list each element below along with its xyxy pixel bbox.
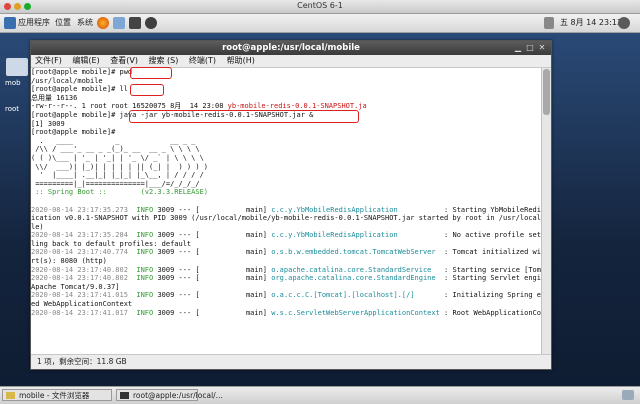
highlight-pwd [130,67,172,79]
terminal-line: /usr/local/mobile [31,76,103,85]
terminal-line: 2020-08-14 23:17:41.015 INFO 3009 --- [ … [31,291,541,300]
workspace-switcher-icon[interactable] [622,390,634,400]
folder-icon [6,392,15,399]
terminal-line: [root@apple mobile]# ll [31,85,128,94]
menu-edit[interactable]: 编辑(E) [68,56,103,65]
terminal-line: . ____ _ __ _ _ [31,136,196,145]
terminal-line: :: Spring Boot :: (v2.3.3.RELEASE) [31,188,209,197]
terminal-line: ication v0.0.1-SNAPSHOT with PID 3009 (/… [31,214,541,223]
terminal-line: le) [31,222,44,231]
mail-icon[interactable] [113,17,125,29]
terminal-line: ling back to default profiles: default [31,239,192,248]
terminal-line: =========|_|==============|___/=/_/_/_/ [31,179,200,188]
terminal-line: 2020-08-14 23:17:35.273 INFO 3009 --- [ … [31,205,541,214]
taskbar-terminal[interactable]: root@apple:/usr/local/... [116,389,223,401]
desktop-icon-label-2: root [5,105,20,113]
terminal-line: [root@apple mobile]# pwd [31,68,133,76]
gnome-top-panel: 应用程序 位置 系统 五 8月 14 23:13 [0,14,640,33]
terminal-line: ' |____| .__|_| |_|_| |_\__, | / / / / [31,171,204,180]
terminal-line: /\\ / ___'_ __ _ _(_)_ __ __ _ \ \ \ \ [31,145,200,154]
power-icon[interactable] [618,17,630,29]
terminal-line: Apache Tomcat/9.0.37] [31,282,120,291]
scrollbar-thumb[interactable] [543,69,550,115]
firefox-icon[interactable] [97,17,109,29]
status-bar: 1 项，剩余空间：11.8 GB [31,354,551,369]
terminal-line: 2020-08-14 23:17:40.774 INFO 3009 --- [ … [31,248,541,257]
menu-help[interactable]: 帮助(H) [223,56,259,65]
task-label: mobile - 文件浏览器 [19,391,90,400]
desktop-icon-label: mob [5,79,21,87]
terminal-line: [root@apple mobile]# [31,128,116,137]
clock[interactable]: 五 8月 14 23:13 [560,17,622,28]
applications-menu[interactable]: 应用程序 [18,17,50,28]
highlight-ll [130,84,164,96]
window-title: root@apple:/usr/local/mobile [222,43,360,53]
terminal-window: root@apple:/usr/local/mobile ▁ □ ✕ 文件(F)… [30,40,552,370]
terminal-line: 2020-08-14 23:17:41.017 INFO 3009 --- [ … [31,308,541,317]
terminal-scrollbar[interactable] [541,68,551,354]
terminal-line: ( ( )\___ | '_ | '_| | '_ \/ _` | \ \ \ … [31,153,204,162]
menu-search[interactable]: 搜索 (S) [145,56,183,65]
terminal-line: 2020-08-14 23:17:40.802 INFO 3009 --- [ … [31,265,541,274]
terminal-line: ed WebApplicationContext [31,300,133,309]
vm-title: CentOS 6-1 [297,1,343,10]
status-text: 1 项，剩余空间：11.8 GB [37,357,127,366]
menu-terminal[interactable]: 终端(T) [185,56,220,65]
terminal-line: 总用量 16136 [31,93,78,102]
terminal-line: 2020-08-14 23:17:35.284 INFO 3009 --- [ … [31,231,541,240]
system-menu[interactable]: 系统 [77,17,93,28]
taskbar: mobile - 文件浏览器 root@apple:/usr/local/... [0,386,640,404]
desktop-folder-icon[interactable] [6,58,28,76]
terminal-title-bar[interactable]: root@apple:/usr/local/mobile ▁ □ ✕ [31,41,551,55]
terminal-launcher-icon[interactable] [129,17,141,29]
apps-menu-icon [4,17,16,29]
menu-view[interactable]: 查看(V) [106,56,142,65]
volume-icon[interactable] [544,17,554,29]
menu-file[interactable]: 文件(F) [31,56,66,65]
minimize-icon[interactable]: ▁ [513,43,523,53]
taskbar-file-browser[interactable]: mobile - 文件浏览器 [2,389,112,401]
network-icon[interactable] [145,17,157,29]
task-label: root@apple:/usr/local/... [133,391,223,400]
places-menu[interactable]: 位置 [55,17,71,28]
maximize-icon[interactable]: □ [525,43,535,53]
menu-bar: 文件(F) 编辑(E) 查看(V) 搜索 (S) 终端(T) 帮助(H) [31,55,551,68]
terminal-icon [120,392,129,399]
terminal-line: rt(s): 8080 (http) [31,257,107,266]
highlight-java-command [129,110,359,123]
vm-title-bar: CentOS 6-1 [0,0,640,14]
terminal-line: 2020-08-14 23:17:40.802 INFO 3009 --- [ … [31,274,541,283]
terminal-line: \\/ ___)| |_)| | | | | || (_| | ) ) ) ) [31,162,209,171]
close-icon[interactable]: ✕ [537,43,547,53]
